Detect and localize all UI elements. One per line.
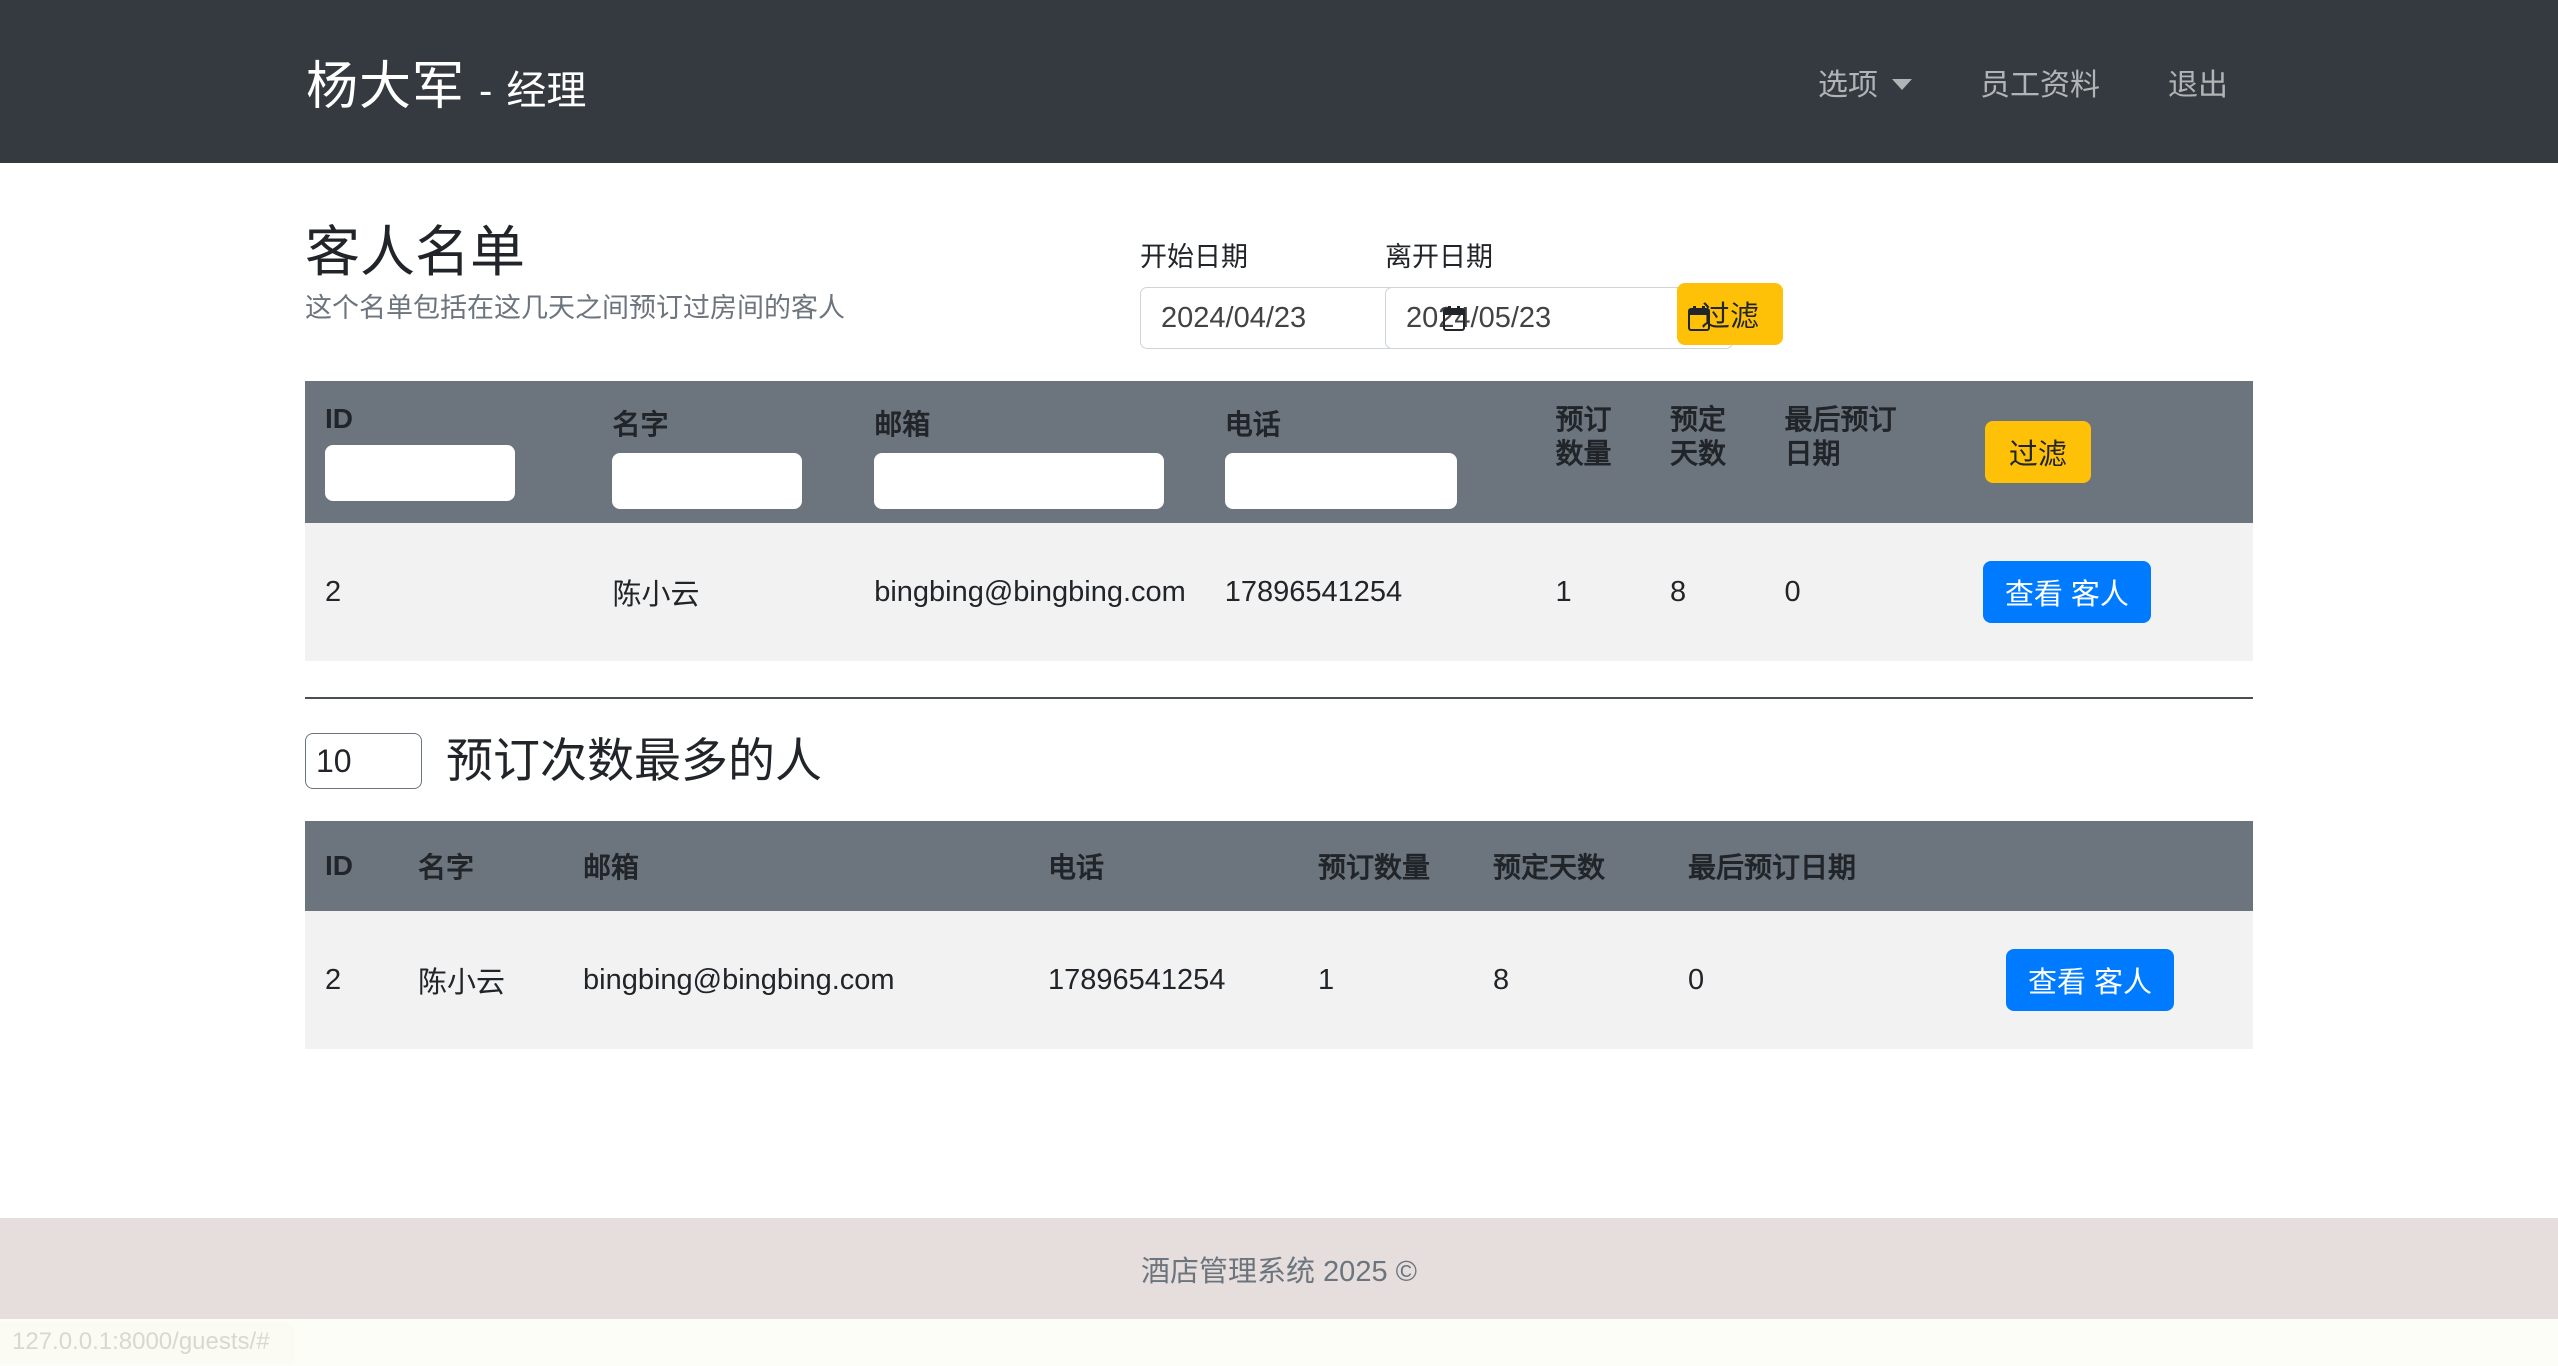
- column-email: 邮箱: [854, 381, 1205, 523]
- column-filter-action: 过滤: [1974, 381, 2253, 523]
- end-date-group: 离开日期 2024/05/23: [1385, 235, 1733, 349]
- navbar-brand-name: 杨大军: [306, 58, 466, 116]
- filter-input-email[interactable]: [874, 453, 1165, 509]
- column-nights-label-line1: 预定: [1669, 404, 1726, 435]
- top-guests-header-row: ID 名字 邮箱 电话 预订数量 预定天数 最后预订日期: [305, 821, 2253, 911]
- nav-item-staff-profile[interactable]: 员工资料: [1946, 50, 2134, 114]
- view-guest-button[interactable]: 查看 客人: [2006, 949, 2175, 1011]
- start-date-label: 开始日期: [1140, 242, 1248, 272]
- column-id: ID: [305, 381, 593, 523]
- table-filter-button[interactable]: 过滤: [1984, 421, 2091, 483]
- browser-status-bar: 127.0.0.1:8000/guests/#: [0, 1319, 2558, 1366]
- guests-table-header-row: ID 名字 邮箱 电话 预订 数量 预定 天数 最后预订 日期 过滤: [305, 381, 2253, 523]
- end-date-label: 离开日期: [1385, 242, 1493, 272]
- cell-action: 查看 客人: [1998, 911, 2253, 1049]
- column-last-booking-label-line2: 日期: [1784, 437, 1841, 469]
- guests-table-body: 2 陈小云 bingbing@bingbing.com 17896541254 …: [305, 523, 2253, 661]
- cell-bookings: 1: [1298, 911, 1473, 1049]
- table-row: 2 陈小云 bingbing@bingbing.com 17896541254 …: [305, 911, 2253, 1049]
- column-last-booking-label-line1: 最后预订: [1784, 404, 1897, 435]
- top-guests-table-head: ID 名字 邮箱 电话 预订数量 预定天数 最后预订日期: [305, 821, 2253, 911]
- column-phone: 电话: [1204, 381, 1536, 523]
- column-bookings: 预订数量: [1298, 821, 1473, 911]
- cell-action: 查看 客人: [1974, 523, 2253, 661]
- column-nights: 预定 天数: [1649, 381, 1765, 523]
- cell-email: bingbing@bingbing.com: [563, 911, 1028, 1049]
- column-nights: 预定天数: [1473, 821, 1668, 911]
- nav-item-logout-label: 退出: [2168, 68, 2228, 102]
- cell-bookings: 1: [1535, 523, 1650, 661]
- column-phone-label: 电话: [1224, 409, 1281, 440]
- column-last-booking: 最后预订日期: [1668, 821, 1998, 911]
- top-guests-title: 预订次数最多的人: [446, 734, 822, 788]
- top-guests-table: ID 名字 邮箱 电话 预订数量 预定天数 最后预订日期 2 陈小云 bingb…: [305, 821, 2253, 1049]
- column-nights-label-line2: 天数: [1669, 437, 1726, 469]
- navbar-brand[interactable]: 杨大军 - 经理: [306, 44, 586, 119]
- section-divider: [305, 697, 2253, 699]
- nav-item-options-label: 选项: [1818, 68, 1878, 102]
- cell-name: 陈小云: [592, 523, 855, 661]
- guests-table: ID 名字 邮箱 电话 预订 数量 预定 天数 最后预订 日期 过滤 2 陈小云…: [305, 381, 2253, 661]
- column-bookings-label-line1: 预订: [1555, 404, 1612, 435]
- cell-last-booking: 0: [1764, 523, 1975, 661]
- filter-input-phone[interactable]: [1224, 453, 1457, 509]
- top-guests-table-body: 2 陈小云 bingbing@bingbing.com 17896541254 …: [305, 911, 2253, 1049]
- nav-item-logout[interactable]: 退出: [2134, 50, 2262, 114]
- column-bookings-label-line2: 数量: [1555, 437, 1612, 469]
- nav-item-staff-profile-label: 员工资料: [1980, 68, 2100, 102]
- column-name-label: 名字: [612, 409, 669, 440]
- column-action: [1998, 821, 2253, 911]
- page-footer: 酒店管理系统 2025 ©: [0, 1218, 2558, 1319]
- guests-table-head: ID 名字 邮箱 电话 预订 数量 预定 天数 最后预订 日期 过滤: [305, 381, 2253, 523]
- view-guest-button[interactable]: 查看 客人: [1982, 561, 2151, 623]
- cell-id: 2: [305, 523, 593, 661]
- top-count-input[interactable]: 10: [305, 733, 422, 789]
- cell-nights: 8: [1473, 911, 1668, 1049]
- start-date-group: 开始日期 2024/04/23: [1140, 235, 1488, 349]
- column-last-booking: 最后预订 日期: [1764, 381, 1975, 523]
- column-name: 名字: [592, 381, 855, 523]
- filter-input-name[interactable]: [612, 453, 803, 509]
- top-navbar: 杨大军 - 经理 选项 员工资料 退出: [0, 0, 2558, 163]
- page-subtitle: 这个名单包括在这几天之间预订过房间的客人: [305, 293, 845, 324]
- cell-last-booking: 0: [1668, 911, 1998, 1049]
- page-title-block: 客人名单 这个名单包括在这几天之间预订过房间的客人: [305, 221, 1140, 328]
- page-title: 客人名单: [305, 221, 526, 283]
- column-phone: 电话: [1028, 821, 1298, 911]
- column-id: ID: [305, 821, 398, 911]
- navbar-links: 选项 员工资料 退出: [1784, 50, 2558, 114]
- column-id-label: ID: [325, 403, 353, 434]
- top-count-value: 10: [316, 742, 352, 779]
- navbar-brand-separator: -: [479, 69, 493, 113]
- top-guests-table-wrapper: ID 名字 邮箱 电话 预订数量 预定天数 最后预订日期 2 陈小云 bingb…: [305, 821, 2253, 1049]
- footer-text: 酒店管理系统 2025 ©: [1141, 1255, 1417, 1288]
- chevron-down-icon: [1892, 79, 1912, 90]
- column-name: 名字: [398, 821, 563, 911]
- calendar-icon[interactable]: [1443, 305, 1465, 331]
- guests-table-wrapper: ID 名字 邮箱 电话 预订 数量 预定 天数 最后预订 日期 过滤 2 陈小云…: [305, 381, 2253, 661]
- top-guests-header: 10 预订次数最多的人: [305, 733, 2253, 789]
- filter-input-id[interactable]: [325, 445, 515, 501]
- status-bar-url: 127.0.0.1:8000/guests/#: [0, 1321, 294, 1364]
- cell-nights: 8: [1649, 523, 1765, 661]
- column-bookings: 预订 数量: [1535, 381, 1650, 523]
- cell-phone: 17896541254: [1028, 911, 1298, 1049]
- nav-item-options[interactable]: 选项: [1784, 50, 1946, 114]
- cell-name: 陈小云: [398, 911, 563, 1049]
- cell-email: bingbing@bingbing.com: [854, 523, 1205, 661]
- column-email: 邮箱: [563, 821, 1028, 911]
- table-row: 2 陈小云 bingbing@bingbing.com 17896541254 …: [305, 523, 2253, 661]
- page-header-row: 客人名单 这个名单包括在这几天之间预订过房间的客人 开始日期 2024/04/2…: [305, 221, 2253, 349]
- column-email-label: 邮箱: [874, 409, 931, 440]
- calendar-icon[interactable]: [1688, 305, 1710, 331]
- cell-id: 2: [305, 911, 398, 1049]
- main-container: 客人名单 这个名单包括在这几天之间预订过房间的客人 开始日期 2024/04/2…: [305, 163, 2253, 1049]
- navbar-brand-role: 经理: [506, 69, 587, 113]
- cell-phone: 17896541254: [1204, 523, 1536, 661]
